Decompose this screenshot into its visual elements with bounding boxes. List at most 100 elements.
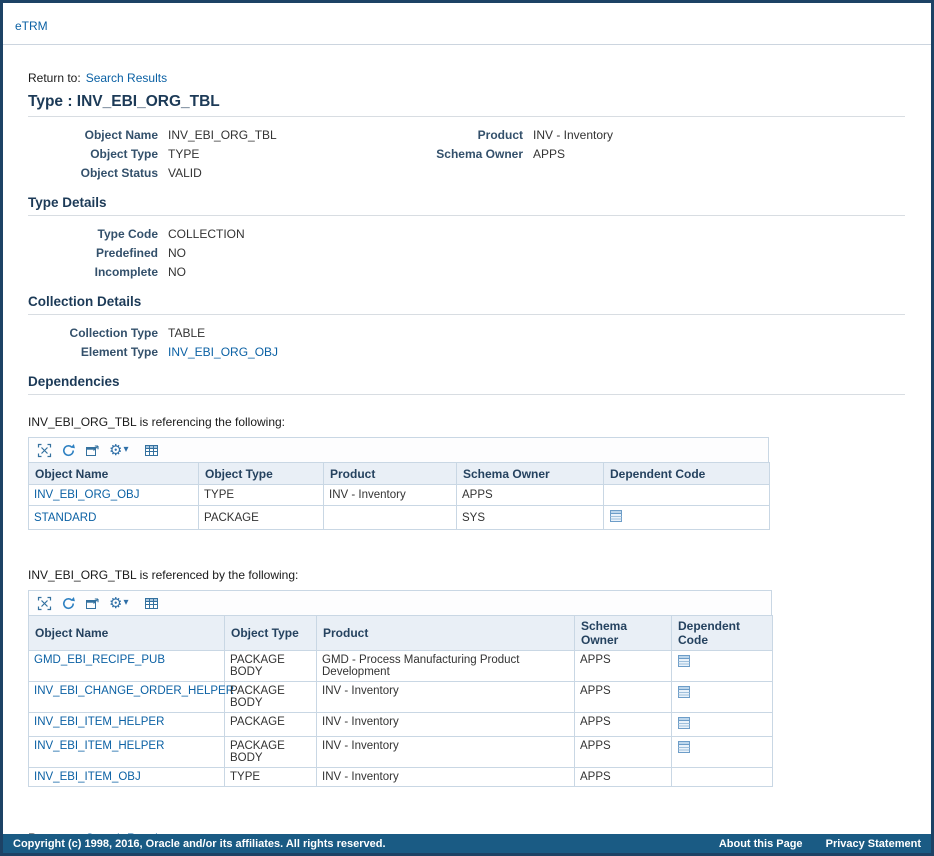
predefined-value: NO [168, 246, 186, 260]
table-row: GMD_EBI_RECIPE_PUB PACKAGE BODY GMD - Pr… [28, 650, 773, 682]
detach-icon[interactable] [85, 443, 100, 458]
freeze-columns-icon[interactable] [144, 443, 159, 458]
dependent-code-cell [671, 712, 773, 737]
table-header-row: Object Name Object Type Product Schema O… [28, 615, 773, 651]
collection-details: Collection Type TABLE Element Type INV_E… [28, 326, 905, 360]
object-link[interactable]: INV_EBI_ITEM_HELPER [34, 740, 164, 752]
object-link[interactable]: INV_EBI_ITEM_HELPER [34, 716, 164, 728]
table-row: INV_EBI_ITEM_HELPER PACKAGE BODY INV - I… [28, 736, 773, 768]
referenced-by-table: Object Name Object Type Product Schema O… [28, 615, 773, 787]
return-to-label: Return to: [28, 71, 81, 85]
table-row: INV_EBI_ORG_OBJ TYPE INV - Inventory APP… [28, 484, 770, 506]
dependent-code-icon[interactable] [677, 716, 691, 733]
col-schema-owner: Schema Owner [456, 462, 604, 485]
element-type-link[interactable]: INV_EBI_ORG_OBJ [168, 345, 278, 359]
product-cell: INV - Inventory [316, 767, 575, 787]
search-results-link[interactable]: Search Results [86, 71, 167, 85]
schema-owner-cell: APPS [574, 681, 672, 713]
object-type-cell: PACKAGE [198, 505, 324, 530]
object-link[interactable]: GMD_EBI_RECIPE_PUB [34, 654, 165, 666]
gear-menu-icon[interactable]: ⚙ ▾ [109, 596, 128, 611]
object-info: Object Name INV_EBI_ORG_TBL Product INV … [28, 128, 905, 181]
main-content: Return to: Search Results Type : INV_EBI_… [3, 45, 931, 834]
referencing-table: Object Name Object Type Product Schema O… [28, 462, 770, 530]
dependent-code-cell [603, 505, 770, 530]
refresh-icon[interactable] [61, 443, 76, 458]
dropdown-caret-icon: ▾ [123, 597, 129, 608]
type-details: Type Code COLLECTION Predefined NO Incom… [28, 227, 905, 280]
gear-menu-icon[interactable]: ⚙ ▾ [109, 443, 128, 458]
freeze-columns-icon[interactable] [144, 596, 159, 611]
collection-type-value: TABLE [168, 326, 206, 340]
refresh-icon[interactable] [61, 596, 76, 611]
table-row: INV_EBI_ITEM_HELPER PACKAGE INV - Invent… [28, 712, 773, 737]
dependent-code-cell [671, 650, 773, 682]
type-code-value: COLLECTION [168, 227, 245, 241]
schema-owner-cell: APPS [574, 767, 672, 787]
object-name-cell: INV_EBI_ITEM_OBJ [28, 767, 225, 787]
object-name-cell: INV_EBI_CHANGE_ORDER_HELPER [28, 681, 234, 713]
about-this-page-link[interactable]: About this Page [719, 838, 803, 850]
object-status-label: Object Status [80, 166, 158, 180]
referencing-table-block: ⚙ ▾ Object Name Object Type Product Schem… [28, 437, 770, 530]
dependencies-heading: Dependencies [28, 374, 905, 395]
object-name-cell: STANDARD [28, 505, 199, 530]
schema-owner-cell: APPS [574, 650, 672, 682]
object-link[interactable]: INV_EBI_ITEM_OBJ [34, 771, 141, 783]
product-cell: GMD - Process Manufacturing Product Deve… [316, 650, 575, 682]
object-link[interactable]: INV_EBI_ORG_OBJ [34, 489, 139, 501]
object-name-cell: INV_EBI_ITEM_HELPER [28, 712, 225, 737]
page-title: Type : INV_EBI_ORG_TBL [28, 93, 905, 117]
col-product: Product [316, 615, 575, 651]
page: eTRM Return to: Search Results Type : INV… [0, 0, 934, 856]
table-row: INV_EBI_CHANGE_ORDER_HELPER PACKAGE BODY… [28, 681, 773, 713]
schema-owner-cell: APPS [574, 712, 672, 737]
etrm-home-link[interactable]: eTRM [15, 19, 48, 33]
schema-owner-cell: APPS [574, 736, 672, 768]
dropdown-caret-icon: ▾ [123, 444, 129, 455]
product-cell: INV - Inventory [316, 712, 575, 737]
object-type-cell: PACKAGE BODY [224, 681, 317, 713]
detach-icon[interactable] [85, 596, 100, 611]
object-type-cell: PACKAGE BODY [224, 736, 317, 768]
col-object-type: Object Type [198, 462, 324, 485]
product-label: Product [477, 128, 523, 142]
table-row: STANDARD PACKAGE SYS [28, 505, 770, 530]
type-code-label: Type Code [97, 227, 158, 241]
object-type-label: Object Type [90, 147, 158, 161]
dependent-code-cell [671, 736, 773, 768]
referencing-toolbar: ⚙ ▾ [28, 437, 769, 463]
object-name-cell: GMD_EBI_RECIPE_PUB [28, 650, 225, 682]
dependent-code-icon[interactable] [609, 509, 623, 526]
product-cell: INV - Inventory [316, 736, 575, 768]
object-name-value: INV_EBI_ORG_TBL [168, 128, 277, 142]
dependent-code-cell [603, 484, 770, 506]
dependent-code-icon[interactable] [677, 654, 691, 671]
object-link[interactable]: STANDARD [34, 512, 96, 524]
app-header: eTRM [3, 3, 931, 45]
object-type-cell: PACKAGE [224, 712, 317, 737]
footer-links: About this Page Privacy Statement [699, 838, 921, 850]
referencing-caption: INV_EBI_ORG_TBL is referencing the follo… [28, 415, 286, 429]
dependent-code-cell [671, 767, 773, 787]
dependent-code-cell [671, 681, 773, 713]
product-cell [323, 505, 457, 530]
schema-owner-cell: APPS [456, 484, 604, 506]
object-type-cell: TYPE [198, 484, 324, 506]
object-name-label: Object Name [84, 128, 158, 142]
schema-owner-label: Schema Owner [436, 147, 523, 161]
privacy-statement-link[interactable]: Privacy Statement [826, 838, 921, 850]
referenced-by-table-block: ⚙ ▾ Object Name Object Type Product Schem… [28, 590, 773, 787]
select-all-icon[interactable] [37, 596, 52, 611]
col-dependent-code: Dependent Code [671, 615, 773, 651]
col-product: Product [323, 462, 457, 485]
object-link[interactable]: INV_EBI_CHANGE_ORDER_HELPER [34, 685, 234, 697]
select-all-icon[interactable] [37, 443, 52, 458]
referenced-by-toolbar: ⚙ ▾ [28, 590, 772, 616]
dependent-code-icon[interactable] [677, 740, 691, 757]
dependent-code-icon[interactable] [677, 685, 691, 702]
object-type-cell: TYPE [224, 767, 317, 787]
incomplete-value: NO [168, 265, 186, 279]
col-object-type: Object Type [224, 615, 317, 651]
object-name-cell: INV_EBI_ORG_OBJ [28, 484, 199, 506]
